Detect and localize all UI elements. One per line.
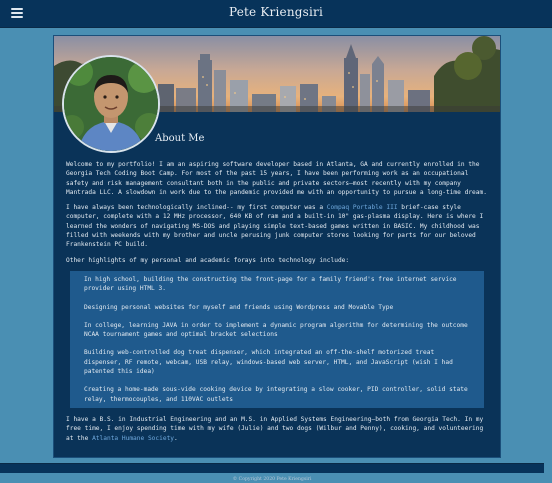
humane-society-link[interactable]: Atlanta Humane Society bbox=[92, 435, 174, 442]
list-item: Building web-controlled dog treat dispen… bbox=[84, 349, 453, 376]
tech-paragraph: I have always been technologically incli… bbox=[66, 203, 488, 249]
highlights-intro: Other highlights of my personal and acad… bbox=[66, 256, 350, 264]
footer: © Copyright 2020 Pete Kriengsiri bbox=[0, 463, 544, 482]
list-item: Creating a home-made sous-vide cooking d… bbox=[84, 386, 468, 403]
closing-text-after: . bbox=[174, 434, 178, 442]
compaq-link[interactable]: Compaq Portable III bbox=[327, 204, 398, 211]
about-content: Welcome to my portfolio! I am an aspirin… bbox=[66, 160, 488, 449]
tech-text-before: I have always been technologically incli… bbox=[66, 204, 327, 212]
intro-paragraph: Welcome to my portfolio! I am an aspirin… bbox=[66, 161, 487, 196]
site-title[interactable]: Pete Kriengsiri bbox=[0, 5, 552, 19]
list-item: In college, learning JAVA in order to im… bbox=[84, 321, 468, 339]
about-me-heading: About Me bbox=[155, 133, 205, 144]
list-item: Designing personal websites for myself a… bbox=[84, 303, 394, 311]
list-item: In high school, building the constructin… bbox=[84, 275, 457, 293]
profile-photo bbox=[62, 55, 160, 153]
about-card: About Me Welcome to my portfolio! I am a… bbox=[53, 35, 501, 458]
top-navbar: Pete Kriengsiri bbox=[0, 0, 552, 28]
closing-paragraph: I have a B.S. in Industrial Engineering … bbox=[66, 415, 488, 443]
highlights-list: In high school, building the constructin… bbox=[70, 270, 484, 408]
